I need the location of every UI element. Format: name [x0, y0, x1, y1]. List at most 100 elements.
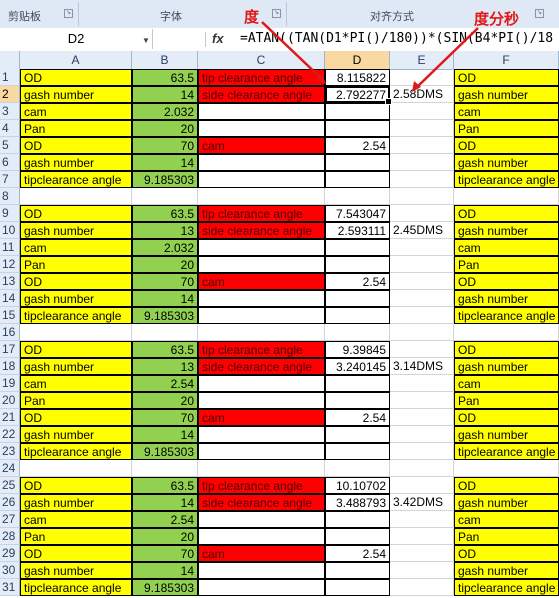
row-header[interactable]: 18 — [0, 358, 20, 375]
cell-d[interactable] — [325, 528, 390, 545]
row-header[interactable]: 8 — [0, 188, 20, 205]
row-header[interactable]: 25 — [0, 477, 20, 494]
cell-b[interactable]: 2.54 — [132, 511, 198, 528]
cell-b[interactable]: 2.032 — [132, 239, 198, 256]
cell-e[interactable] — [390, 562, 454, 579]
cell-d[interactable] — [325, 103, 390, 120]
cell-c[interactable]: side clearance angle — [198, 222, 325, 239]
cell-a[interactable]: cam — [20, 239, 132, 256]
cell-f[interactable]: cam — [454, 511, 559, 528]
cell-a[interactable]: OD — [20, 477, 132, 494]
cell-a[interactable]: Pan — [20, 256, 132, 273]
cell-e[interactable] — [390, 239, 454, 256]
cell-b[interactable]: 13 — [132, 222, 198, 239]
cell-f[interactable]: gash number — [454, 86, 559, 103]
cell-e[interactable] — [390, 188, 454, 205]
row-header[interactable]: 4 — [0, 120, 20, 137]
row-header[interactable]: 31 — [0, 579, 20, 596]
row-header[interactable]: 23 — [0, 443, 20, 460]
column-header-f[interactable]: F — [454, 51, 559, 69]
cell-a[interactable]: OD — [20, 69, 132, 86]
cell-c[interactable]: tip clearance angle — [198, 477, 325, 494]
cell-b[interactable]: 9.185303 — [132, 579, 198, 596]
cell-f[interactable] — [454, 460, 559, 477]
cell-e[interactable]: 3.42DMS — [390, 494, 454, 511]
cell-b[interactable]: 14 — [132, 86, 198, 103]
cell-a[interactable]: OD — [20, 341, 132, 358]
cell-a[interactable]: tipclearance angle — [20, 307, 132, 324]
cell-e[interactable] — [390, 273, 454, 290]
cell-b[interactable]: 14 — [132, 290, 198, 307]
cell-f[interactable]: cam — [454, 103, 559, 120]
cell-f[interactable]: gash number — [454, 494, 559, 511]
cell-b[interactable]: 70 — [132, 273, 198, 290]
cell-f[interactable]: OD — [454, 137, 559, 154]
cell-a[interactable]: gash number — [20, 222, 132, 239]
cell-e[interactable] — [390, 154, 454, 171]
cell-d[interactable] — [325, 562, 390, 579]
cell-d[interactable] — [325, 460, 390, 477]
cell-c[interactable]: side clearance angle — [198, 494, 325, 511]
cell-e[interactable] — [390, 426, 454, 443]
cell-f[interactable] — [454, 324, 559, 341]
cell-b[interactable]: 14 — [132, 494, 198, 511]
row-header[interactable]: 13 — [0, 273, 20, 290]
cell-d[interactable]: 3.240145 — [325, 358, 390, 375]
cell-d[interactable]: 2.792277 — [325, 86, 392, 105]
cell-a[interactable]: OD — [20, 137, 132, 154]
cell-f[interactable]: tipclearance angle — [454, 443, 559, 460]
cell-d[interactable] — [325, 120, 390, 137]
cell-c[interactable]: cam — [198, 273, 325, 290]
cell-a[interactable] — [20, 188, 132, 205]
cell-a[interactable]: gash number — [20, 562, 132, 579]
cell-b[interactable]: 9.185303 — [132, 171, 198, 188]
cell-d[interactable] — [325, 324, 390, 341]
row-header[interactable]: 27 — [0, 511, 20, 528]
select-all-corner[interactable] — [0, 51, 20, 69]
row-header[interactable]: 14 — [0, 290, 20, 307]
column-header-b[interactable]: B — [132, 51, 198, 69]
cell-c[interactable]: tip clearance angle — [198, 205, 325, 222]
cell-c[interactable]: tip clearance angle — [198, 69, 325, 86]
cell-a[interactable]: Pan — [20, 392, 132, 409]
cell-b[interactable]: 20 — [132, 256, 198, 273]
row-header[interactable]: 7 — [0, 171, 20, 188]
clipboard-launcher-icon[interactable]: ↘ — [64, 9, 73, 18]
cell-c[interactable] — [198, 256, 325, 273]
row-header[interactable]: 26 — [0, 494, 20, 511]
cell-f[interactable]: Pan — [454, 120, 559, 137]
cell-f[interactable]: OD — [454, 69, 559, 86]
cell-a[interactable]: cam — [20, 511, 132, 528]
cell-b[interactable]: 20 — [132, 120, 198, 137]
cell-a[interactable]: gash number — [20, 86, 132, 103]
cell-b[interactable] — [132, 188, 198, 205]
cell-c[interactable] — [198, 528, 325, 545]
cell-b[interactable]: 13 — [132, 358, 198, 375]
cell-a[interactable]: tipclearance angle — [20, 171, 132, 188]
cell-d[interactable]: 2.593111 — [325, 222, 390, 239]
cell-d[interactable]: 3.488793 — [325, 494, 390, 511]
cell-f[interactable]: tipclearance angle — [454, 307, 559, 324]
formula-input[interactable]: =ATAN((TAN(D1*PI()/180))*(SIN(B4*PI()/18 — [240, 31, 553, 46]
row-header[interactable]: 2 — [0, 86, 20, 103]
cell-a[interactable]: Pan — [20, 528, 132, 545]
cell-d[interactable] — [325, 392, 390, 409]
cell-c[interactable] — [198, 120, 325, 137]
cell-c[interactable]: tip clearance angle — [198, 341, 325, 358]
cell-d[interactable] — [325, 511, 390, 528]
cell-c[interactable]: side clearance angle — [198, 86, 325, 103]
cell-d[interactable]: 7.543047 — [325, 205, 390, 222]
row-header[interactable]: 16 — [0, 324, 20, 341]
cell-a[interactable] — [20, 460, 132, 477]
fill-handle[interactable] — [385, 98, 392, 105]
cell-d[interactable]: 10.10702 — [325, 477, 390, 494]
cell-d[interactable] — [325, 256, 390, 273]
cell-b[interactable]: 14 — [132, 154, 198, 171]
cell-b[interactable]: 63.5 — [132, 341, 198, 358]
cell-b[interactable]: 70 — [132, 137, 198, 154]
cell-e[interactable] — [390, 579, 454, 596]
cell-a[interactable]: gash number — [20, 290, 132, 307]
cell-f[interactable]: Pan — [454, 256, 559, 273]
cell-b[interactable]: 63.5 — [132, 69, 198, 86]
cell-e[interactable] — [390, 171, 454, 188]
